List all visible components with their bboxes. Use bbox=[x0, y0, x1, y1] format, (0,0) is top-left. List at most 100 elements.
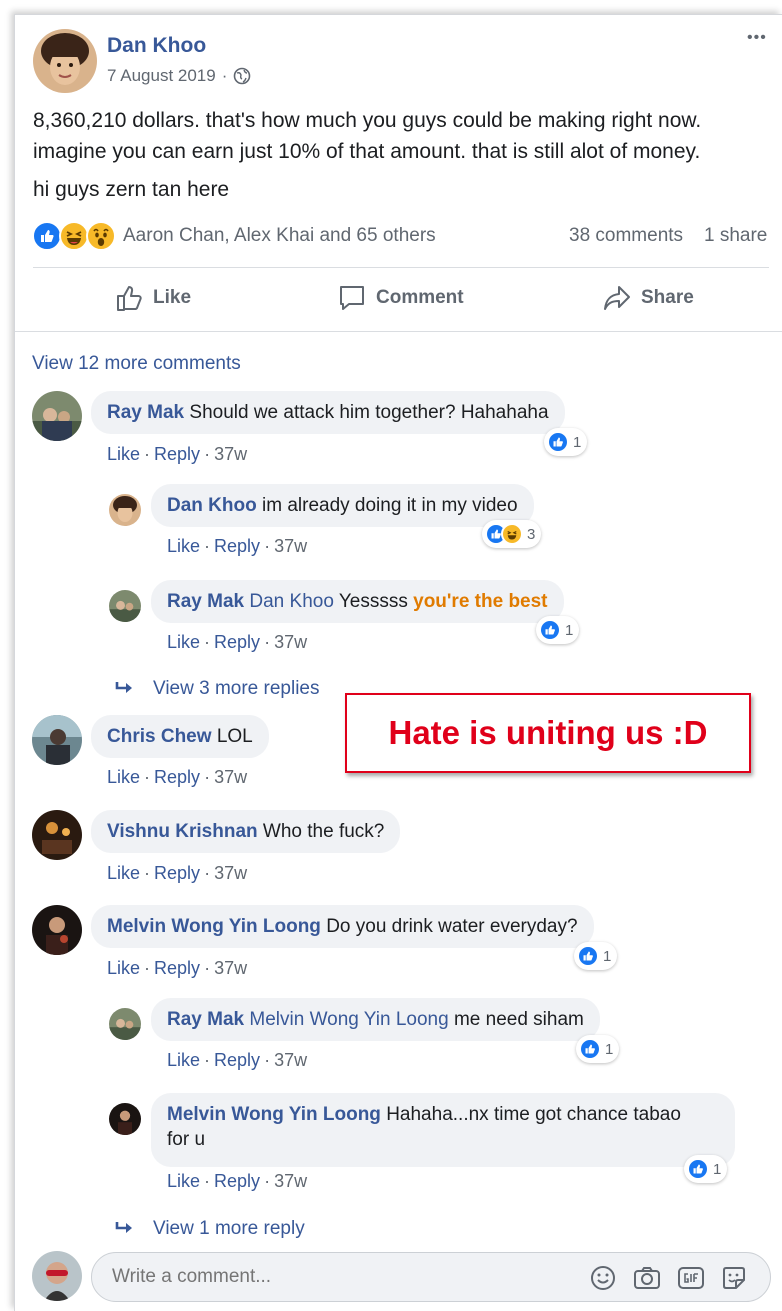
comment-author[interactable]: Chris Chew bbox=[107, 726, 212, 747]
comment-timestamp[interactable]: 37w bbox=[214, 444, 247, 464]
post-card: Dan Khoo 7 August 2019 · ••• 8,360,210 d… bbox=[14, 14, 782, 1311]
like-reaction-icon bbox=[687, 1158, 709, 1180]
comment-bubble: Ray Mak Melvin Wong Yin Loong me need si… bbox=[151, 998, 600, 1041]
comment-author[interactable]: Ray Mak bbox=[107, 402, 184, 423]
author-avatar[interactable] bbox=[33, 29, 97, 93]
comment-input[interactable] bbox=[110, 1263, 570, 1291]
separator: · bbox=[204, 863, 211, 883]
view-more-replies-link[interactable]: View 3 more replies bbox=[115, 678, 320, 700]
view-more-replies-label: View 1 more reply bbox=[153, 1218, 305, 1239]
comment-like-link[interactable]: Like bbox=[107, 767, 140, 787]
comment-reply-link[interactable]: Reply bbox=[154, 958, 200, 978]
comment-author[interactable]: Melvin Wong Yin Loong bbox=[107, 916, 321, 937]
comment-reply-link[interactable]: Reply bbox=[154, 767, 200, 787]
reaction-count: 3 bbox=[527, 525, 536, 543]
comment-button-label: Comment bbox=[376, 287, 464, 308]
view-more-replies-label: View 3 more replies bbox=[153, 678, 320, 699]
comment-reply-link[interactable]: Reply bbox=[154, 444, 200, 464]
share-button[interactable]: Share bbox=[602, 283, 694, 313]
commenter-avatar[interactable] bbox=[32, 810, 82, 860]
view-more-replies-link[interactable]: View 1 more reply bbox=[115, 1218, 305, 1240]
comment-timestamp[interactable]: 37w bbox=[274, 1171, 307, 1191]
haha-reaction-icon bbox=[501, 523, 523, 545]
comment-button[interactable]: Comment bbox=[337, 283, 464, 313]
comment-like-link[interactable]: Like bbox=[107, 958, 140, 978]
post-text-line-2: imagine you can earn just 10% of that am… bbox=[33, 140, 701, 163]
comment-bubble: Ray Mak Dan Khoo Yesssss you're the best bbox=[151, 580, 564, 623]
comment-reply-link[interactable]: Reply bbox=[214, 632, 260, 652]
post-date[interactable]: 7 August 2019 bbox=[107, 66, 216, 86]
comment-highlight-text: you're the best bbox=[413, 591, 548, 612]
separator: · bbox=[264, 536, 271, 556]
divider bbox=[15, 331, 782, 332]
comment-reaction-badge[interactable]: 1 bbox=[574, 942, 618, 970]
comment-timestamp[interactable]: 37w bbox=[274, 1050, 307, 1070]
separator: · bbox=[264, 632, 271, 652]
separator: · bbox=[204, 958, 211, 978]
reaction-count: 1 bbox=[603, 947, 612, 965]
comment-bubble: Vishnu Krishnan Who the fuck? bbox=[91, 810, 401, 853]
comment-author[interactable]: Melvin Wong Yin Loong bbox=[167, 1104, 381, 1125]
haha-reaction-icon bbox=[59, 221, 89, 251]
separator: · bbox=[264, 1171, 271, 1191]
commenter-avatar[interactable] bbox=[109, 1008, 141, 1040]
current-user-avatar bbox=[32, 1251, 82, 1301]
commenter-avatar[interactable] bbox=[32, 715, 82, 765]
sticker-icon[interactable] bbox=[721, 1265, 747, 1296]
shares-count[interactable]: 1 share bbox=[704, 225, 767, 247]
commenter-avatar[interactable] bbox=[109, 590, 141, 622]
comment-like-link[interactable]: Like bbox=[167, 1171, 200, 1191]
comment-reply-link[interactable]: Reply bbox=[214, 1050, 260, 1070]
comments-count[interactable]: 38 comments bbox=[569, 225, 683, 247]
comment-author[interactable]: Ray Mak bbox=[167, 1009, 244, 1030]
post-author-name[interactable]: Dan Khoo bbox=[107, 34, 206, 58]
post-text-line-1: 8,360,210 dollars. that's how much you g… bbox=[33, 109, 702, 132]
comment-text: Hahaha...nx time got chance tabao bbox=[386, 1104, 681, 1125]
more-options-icon[interactable]: ••• bbox=[747, 29, 767, 47]
commenter-avatar[interactable] bbox=[32, 391, 82, 441]
reactions-summary[interactable]: Aaron Chan, Alex Khai and 65 others bbox=[123, 225, 436, 247]
comment-timestamp[interactable]: 37w bbox=[214, 767, 247, 787]
comment-author[interactable]: Dan Khoo bbox=[167, 495, 257, 516]
comment-timestamp[interactable]: 37w bbox=[214, 863, 247, 883]
comment-like-link[interactable]: Like bbox=[107, 863, 140, 883]
commenter-avatar[interactable] bbox=[109, 1103, 141, 1135]
divider bbox=[33, 267, 769, 268]
comment-author[interactable]: Vishnu Krishnan bbox=[107, 821, 258, 842]
separator: · bbox=[144, 863, 151, 883]
emoji-icon[interactable] bbox=[590, 1265, 616, 1296]
gif-icon[interactable] bbox=[677, 1265, 705, 1296]
globe-icon bbox=[233, 67, 251, 85]
comment-actions: Like · Reply · 37w bbox=[167, 632, 307, 653]
comment-reaction-badge[interactable]: 1 bbox=[576, 1035, 620, 1063]
reaction-icons[interactable] bbox=[32, 221, 116, 251]
comment-timestamp[interactable]: 37w bbox=[274, 536, 307, 556]
commenter-avatar[interactable] bbox=[32, 905, 82, 955]
comment-reply-link[interactable]: Reply bbox=[214, 1171, 260, 1191]
comment-composer[interactable] bbox=[91, 1252, 771, 1302]
comment-text: LOL bbox=[216, 726, 253, 747]
commenter-avatar[interactable] bbox=[109, 494, 141, 526]
comment-reaction-badge[interactable]: 1 bbox=[544, 428, 588, 456]
comment-timestamp[interactable]: 37w bbox=[274, 632, 307, 652]
camera-icon[interactable] bbox=[633, 1265, 661, 1296]
comment-reaction-badge[interactable]: 1 bbox=[536, 616, 580, 644]
view-more-comments-link[interactable]: View 12 more comments bbox=[32, 353, 241, 375]
comment-mention[interactable]: Melvin Wong Yin Loong bbox=[249, 1009, 448, 1030]
comment-reply-link[interactable]: Reply bbox=[154, 863, 200, 883]
comment-author[interactable]: Ray Mak bbox=[167, 591, 244, 612]
comment-like-link[interactable]: Like bbox=[167, 632, 200, 652]
comment-like-link[interactable]: Like bbox=[107, 444, 140, 464]
like-button[interactable]: Like bbox=[115, 283, 191, 313]
separator: · bbox=[264, 1050, 271, 1070]
separator: · bbox=[144, 444, 151, 464]
comment-like-link[interactable]: Like bbox=[167, 536, 200, 556]
comment-like-link[interactable]: Like bbox=[167, 1050, 200, 1070]
comment-reaction-badge[interactable]: 3 bbox=[482, 520, 542, 548]
comment-mention[interactable]: Dan Khoo bbox=[249, 591, 334, 612]
like-reaction-icon bbox=[577, 945, 599, 967]
comment-timestamp[interactable]: 37w bbox=[214, 958, 247, 978]
separator: · bbox=[204, 444, 211, 464]
comment-reply-link[interactable]: Reply bbox=[214, 536, 260, 556]
comment-reaction-badge[interactable]: 1 bbox=[684, 1155, 728, 1183]
